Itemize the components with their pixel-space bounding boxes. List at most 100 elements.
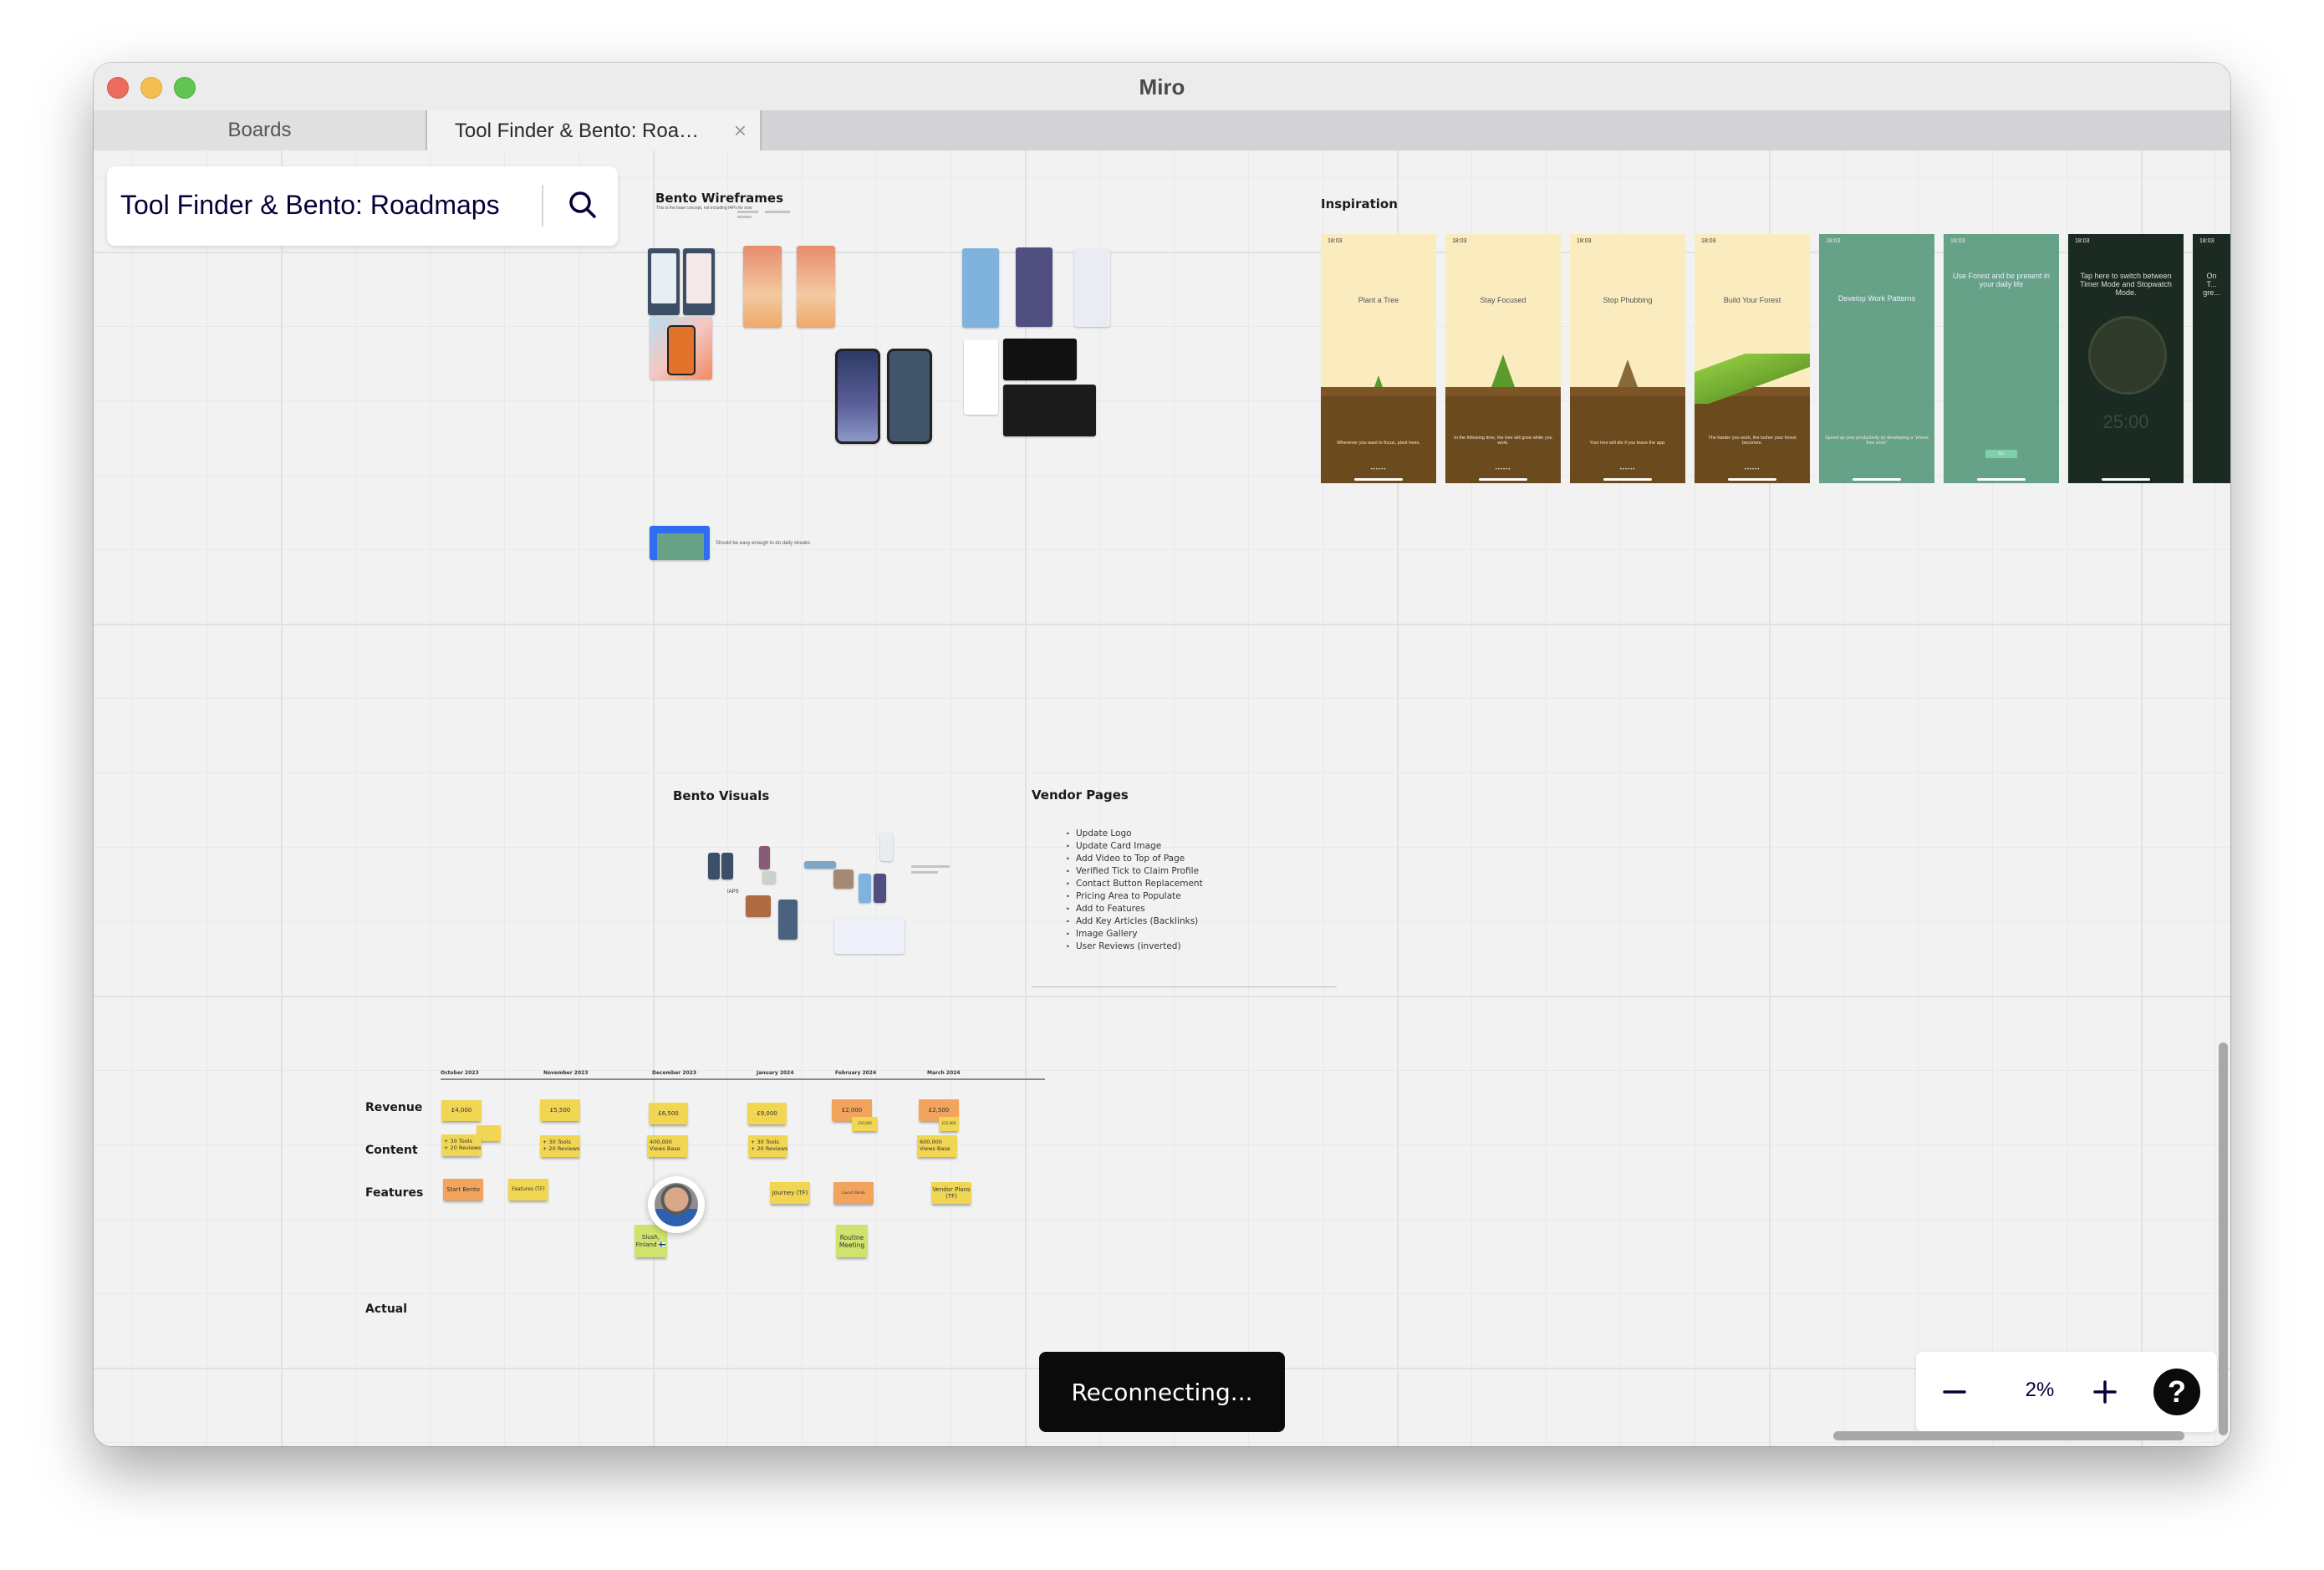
collaborator-avatar[interactable] — [648, 1176, 705, 1233]
visual-thumb[interactable] — [833, 869, 854, 889]
placeholder-bar — [737, 216, 752, 218]
sticky-note[interactable]: Start Bento — [443, 1179, 483, 1200]
wireframe-screen[interactable] — [683, 248, 715, 315]
home-indicator — [1853, 478, 1901, 481]
visual-thumb[interactable] — [778, 900, 798, 940]
wireframe-screen[interactable] — [1074, 249, 1110, 327]
close-tab-icon[interactable]: × — [734, 118, 747, 144]
wireframe-screen[interactable] — [964, 339, 998, 415]
tab-label: Tool Finder & Bento: Roa… — [454, 120, 700, 142]
sticky-note[interactable]: £6,500 — [649, 1103, 688, 1124]
minus-icon — [1943, 1390, 1966, 1394]
sticky-note[interactable]: £5,500 — [540, 1099, 580, 1121]
divider — [542, 185, 543, 227]
row-label-features: Features — [365, 1186, 424, 1200]
sticky-note[interactable]: £12,000 — [939, 1117, 959, 1131]
inspiration-screen[interactable]: 18:03 Develop Work Patterns Speed up your … — [1819, 234, 1934, 483]
screen-caption: 25:00 — [2102, 411, 2149, 432]
sticky-note[interactable]: + 30 Tools + 20 Reviews — [540, 1135, 580, 1157]
board-name[interactable]: Tool Finder & Bento: Roadmaps — [120, 190, 500, 221]
vertical-scrollbar[interactable] — [2219, 1042, 2228, 1435]
reconnecting-toast: Reconnecting... — [1039, 1352, 1285, 1432]
zoom-level[interactable]: 2% — [2006, 1379, 2073, 1402]
frame-title-bento-visuals[interactable]: Bento Visuals — [673, 788, 769, 803]
sticky-note[interactable]: Routine Meeting — [836, 1225, 868, 1257]
timer-circle — [2088, 316, 2167, 395]
wireframe-screen[interactable] — [648, 248, 680, 315]
sticky-note[interactable]: + 30 Tools + 20 Reviews — [748, 1135, 787, 1157]
visual-thumb[interactable] — [834, 919, 905, 954]
status-time: 18:03 — [2199, 238, 2214, 244]
status-time: 18:03 — [1826, 238, 1841, 244]
tab-bar: Boards Tool Finder & Bento: Roa… × — [94, 110, 2230, 152]
frame-title-inspiration[interactable]: Inspiration — [1321, 196, 1398, 212]
board-canvas[interactable]: Tool Finder & Bento: Roadmaps Bento Wire… — [94, 150, 2230, 1446]
visual-thumb[interactable] — [880, 833, 893, 861]
visual-thumb[interactable] — [708, 853, 720, 879]
wireframe-screen[interactable] — [1003, 339, 1077, 380]
screen-heading: On T... gre... — [2203, 272, 2220, 297]
vendor-pages-list-item: Contact Button Replacement — [1066, 878, 1203, 890]
sticky-note[interactable]: + 30 Tools + 20 Reviews — [441, 1134, 482, 1156]
tab-boards[interactable]: Boards — [94, 110, 427, 150]
sticky-note[interactable]: Journey (TF) — [770, 1182, 810, 1204]
wireframe-screen[interactable] — [1016, 247, 1052, 327]
horizontal-scrollbar[interactable] — [1833, 1431, 2184, 1440]
visual-thumb[interactable] — [762, 871, 776, 884]
inspiration-screen[interactable]: 18:03 Build Your Forest •••••• The harder y… — [1695, 234, 1810, 483]
home-indicator — [1354, 478, 1403, 481]
sticky-note[interactable]: Launch Bento — [833, 1182, 874, 1204]
page-dots: •••••• — [1495, 467, 1511, 472]
visual-thumb[interactable] — [804, 861, 836, 869]
inspiration-screen[interactable]: 18:03 On T... gre... — [2193, 234, 2230, 483]
title-bar: Miro — [94, 63, 2230, 111]
streak-screenshot[interactable] — [650, 526, 710, 560]
screen-caption: The harder you work, the lusher your for… — [1708, 436, 1797, 446]
vendor-pages-list-item: Pricing Area to Populate — [1066, 890, 1203, 903]
visual-thumb[interactable] — [859, 874, 871, 903]
wireframe-screen[interactable] — [797, 246, 835, 328]
row-label-actual: Actual — [365, 1302, 408, 1316]
vendor-pages-list-item: User Reviews (inverted) — [1066, 940, 1203, 953]
inspiration-screen[interactable]: 18:03 Stop Phubbing •••••• Your tree will d… — [1570, 234, 1685, 483]
sticky-note[interactable]: Features (TF) — [508, 1179, 548, 1200]
vendor-pages-list-item: Verified Tick to Claim Profile — [1066, 865, 1203, 878]
sticky-note[interactable]: Vendor Plans (TF) — [931, 1182, 971, 1204]
window-title: Miro — [1139, 74, 1185, 99]
soil — [1321, 387, 1436, 396]
sticky-note[interactable]: 400,000 Views Base — [647, 1135, 688, 1157]
sticky-note[interactable]: £9,000 — [747, 1103, 787, 1124]
frame-title-bento-wireframes[interactable]: Bento Wireframes — [655, 191, 783, 206]
search-icon[interactable] — [563, 185, 604, 227]
status-time: 18:03 — [1950, 238, 1965, 244]
sticky-note[interactable]: £10,000 — [852, 1117, 878, 1131]
sticky-note[interactable]: £4,000 — [441, 1100, 482, 1121]
visual-thumb[interactable] — [874, 874, 886, 903]
inspiration-screen[interactable]: 18:03 Use Forest and be present in your d… — [1944, 234, 2059, 483]
inspiration-screen[interactable]: 18:03 Stay Focused •••••• In the following … — [1445, 234, 1561, 483]
page-dots: •••••• — [1619, 467, 1636, 472]
wireframe-image[interactable] — [650, 317, 712, 380]
tab-current-board[interactable]: Tool Finder & Bento: Roa… × — [427, 110, 762, 152]
home-indicator — [1728, 478, 1776, 481]
screen-caption: Whenever you want to focus, plant trees. — [1337, 441, 1420, 446]
row-label-content: Content — [365, 1144, 418, 1157]
wireframe-screen[interactable] — [1003, 385, 1096, 436]
wireframe-screen[interactable] — [743, 246, 782, 328]
iaps-label: IAPS — [727, 889, 739, 895]
visual-thumb[interactable] — [759, 846, 770, 869]
wireframe-phone[interactable] — [887, 349, 932, 444]
row-label-revenue: Revenue — [365, 1101, 423, 1114]
wireframe-screen[interactable] — [962, 248, 999, 328]
zoom-out-button[interactable] — [1934, 1372, 1975, 1412]
zoom-in-button[interactable] — [2085, 1372, 2125, 1412]
inspiration-screen[interactable]: 18:03 Tap here to switch between Timer Mo… — [2068, 234, 2184, 483]
frame-title-vendor-pages[interactable]: Vendor Pages — [1032, 788, 1129, 803]
visual-thumb[interactable] — [746, 895, 771, 917]
wireframe-phone[interactable] — [835, 349, 880, 444]
inspiration-screen[interactable]: 18:03 Plant a Tree •••••• Whenever you want… — [1321, 234, 1436, 483]
help-button[interactable]: ? — [2153, 1369, 2200, 1415]
visual-thumb[interactable] — [721, 853, 733, 879]
status-time: 18:03 — [1577, 238, 1592, 244]
sticky-note[interactable]: 600,000 Views Base — [917, 1135, 957, 1157]
